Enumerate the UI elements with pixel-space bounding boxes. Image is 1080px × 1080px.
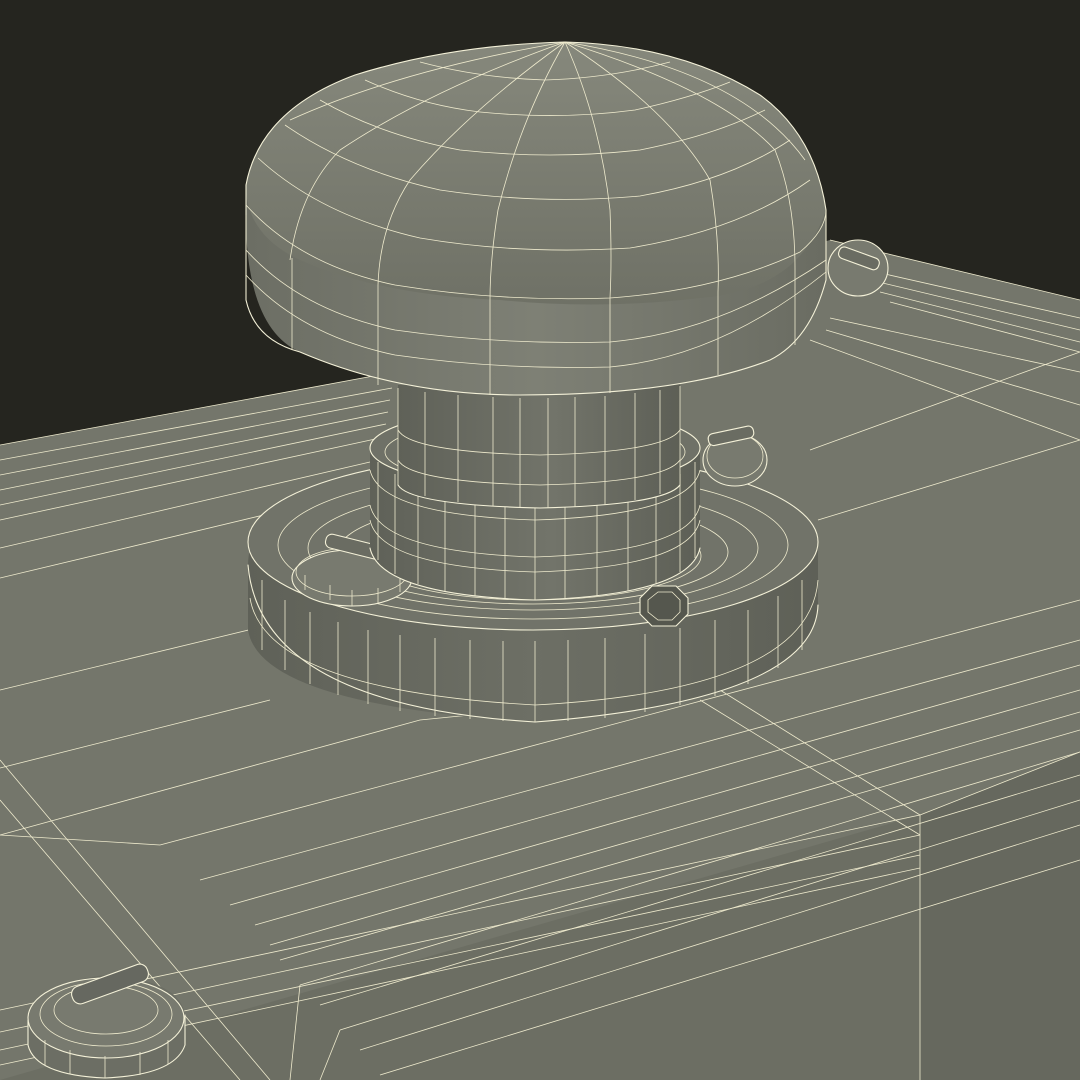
flange-hex-hole (639, 585, 689, 627)
mushroom-cap (245, 41, 827, 396)
wireframe-render (0, 0, 1080, 1080)
corner-screw-back-right (827, 239, 889, 297)
button-stem (397, 380, 681, 509)
